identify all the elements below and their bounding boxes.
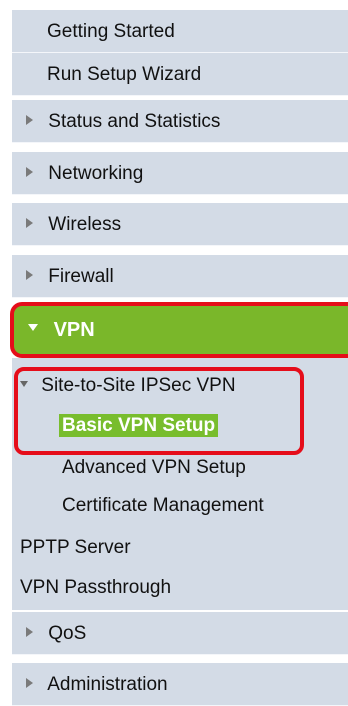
nav-label: Advanced VPN Setup xyxy=(62,457,246,478)
caret-right-icon xyxy=(26,166,33,177)
caret-right-icon xyxy=(26,114,33,125)
nav-label: Wireless xyxy=(48,214,122,235)
nav-label: VPN xyxy=(53,319,95,341)
caret-right-icon xyxy=(26,269,33,280)
nav-label: Basic VPN Setup xyxy=(59,414,219,437)
caret-right-icon xyxy=(26,677,33,688)
nav-basic-vpn-setup[interactable]: Basic VPN Setup xyxy=(59,414,219,437)
nav-advanced-vpn-setup[interactable]: Advanced VPN Setup xyxy=(62,457,246,479)
caret-right-icon xyxy=(26,626,33,637)
caret-right-icon xyxy=(26,217,33,228)
nav-firewall[interactable]: Firewall xyxy=(12,255,348,298)
nav-label: VPN Passthrough xyxy=(20,577,172,598)
nav-label: Getting Started xyxy=(47,21,175,42)
nav-networking[interactable]: Networking xyxy=(12,152,348,195)
caret-down-icon xyxy=(20,380,28,387)
nav-pptp-server[interactable]: PPTP Server xyxy=(20,537,131,559)
nav-label: Firewall xyxy=(48,266,114,287)
nav-getting-started[interactable]: Getting Started xyxy=(12,10,348,53)
nav-label: Site-to-Site IPSec VPN xyxy=(41,375,236,396)
nav-wireless[interactable]: Wireless xyxy=(12,203,348,246)
vpn-submenu: Site-to-Site IPSec VPN Basic VPN Setup A… xyxy=(12,358,348,610)
nav-label: Networking xyxy=(48,163,144,184)
nav-vpn-passthrough[interactable]: VPN Passthrough xyxy=(20,577,171,599)
nav-label: QoS xyxy=(48,623,87,644)
nav-vpn[interactable]: VPN xyxy=(10,302,348,358)
nav-status-and-statistics[interactable]: Status and Statistics xyxy=(12,100,348,143)
nav-label: PPTP Server xyxy=(20,537,131,558)
sidebar-nav: Getting Started Run Setup Wizard Status … xyxy=(0,0,348,706)
nav-label: Run Setup Wizard xyxy=(47,64,202,85)
nav-run-setup-wizard[interactable]: Run Setup Wizard xyxy=(12,53,348,96)
nav-label: Status and Statistics xyxy=(48,111,221,132)
nav-qos[interactable]: QoS xyxy=(12,612,348,655)
nav-administration[interactable]: Administration xyxy=(12,663,348,706)
nav-site-to-site-ipsec-vpn[interactable]: Site-to-Site IPSec VPN xyxy=(20,375,236,397)
nav-label: Administration xyxy=(47,674,168,695)
nav-certificate-management[interactable]: Certificate Management xyxy=(62,495,264,517)
nav-label: Certificate Management xyxy=(62,495,264,516)
caret-down-icon xyxy=(28,324,38,332)
